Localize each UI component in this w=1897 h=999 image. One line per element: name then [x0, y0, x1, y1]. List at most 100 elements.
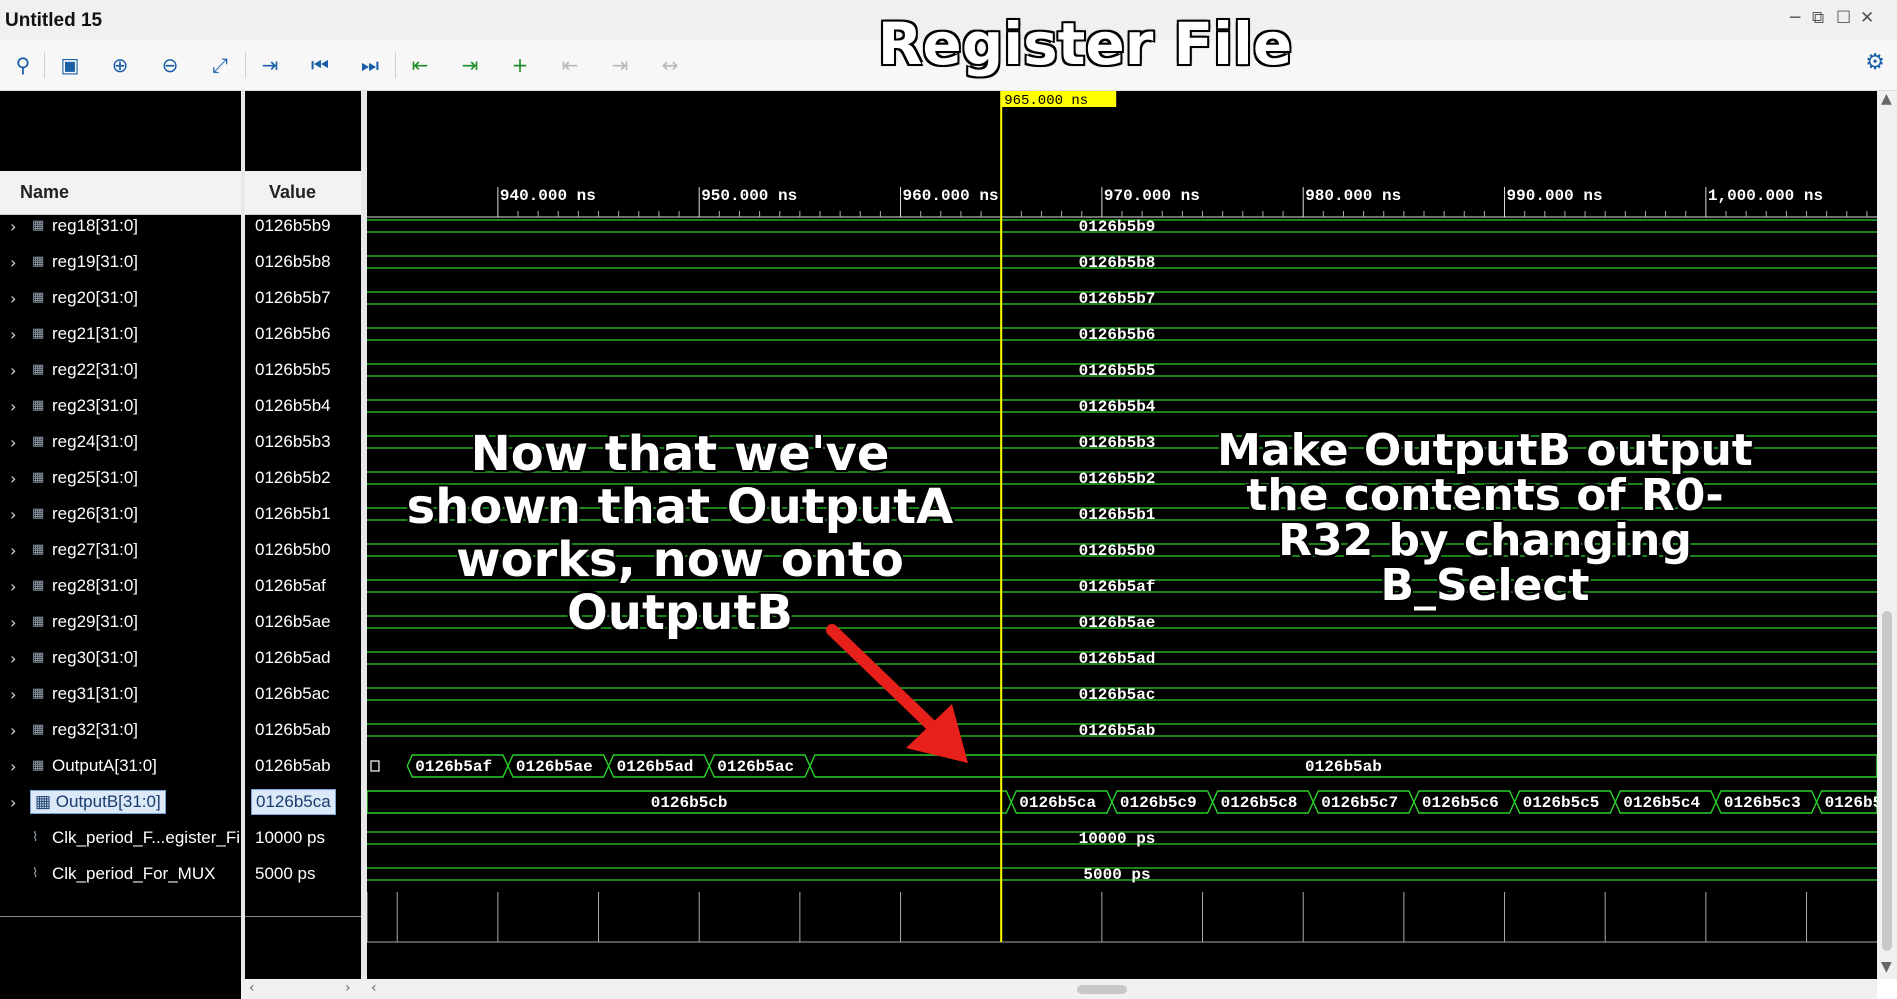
chevron-right-icon[interactable]: ›	[10, 721, 16, 740]
chevron-right-icon[interactable]: ›	[10, 577, 16, 596]
chevron-right-icon[interactable]: ›	[10, 253, 16, 272]
chevron-right-icon[interactable]: ›	[10, 505, 16, 524]
chevron-right-icon[interactable]: ›	[10, 757, 16, 776]
chevron-right-icon[interactable]: ›	[10, 433, 16, 452]
chevron-right-icon[interactable]: ›	[10, 325, 16, 344]
chevron-right-icon[interactable]: ›	[10, 361, 16, 380]
value-row[interactable]: 0126b5b7	[245, 280, 361, 316]
minimize-icon[interactable]: ─	[1790, 8, 1800, 28]
signal-row[interactable]: › ▦ reg28[31:0]	[0, 568, 241, 604]
go-to-cursor-icon[interactable]: ⇥	[255, 50, 285, 80]
save-icon[interactable]: ▣	[55, 50, 85, 80]
value-row[interactable]: 0126b5b9	[245, 208, 361, 244]
value-row[interactable]: 0126b5b4	[245, 388, 361, 424]
vertical-scrollbar[interactable]: ▲ ▼	[1877, 91, 1897, 979]
signal-value: 0126b5b3	[255, 432, 331, 451]
value-row[interactable]: 0126b5b1	[245, 496, 361, 532]
value-row[interactable]: 0126b5b5	[245, 352, 361, 388]
value-horizontal-scrollbar[interactable]: ‹ ›	[241, 979, 367, 999]
value-row[interactable]: 0126b5ca	[245, 784, 361, 820]
signal-row[interactable]: › ▦ reg18[31:0]	[0, 208, 241, 244]
chevron-right-icon[interactable]: ›	[10, 217, 16, 236]
signal-row[interactable]: › ▦ reg31[31:0]	[0, 676, 241, 712]
scroll-left-icon[interactable]: ‹	[249, 980, 255, 996]
chevron-right-icon[interactable]: ›	[10, 649, 16, 668]
go-to-start-icon[interactable]: ⏮	[305, 50, 335, 80]
signal-name-panel: Name › ▦ reg18[31:0] › ▦ reg19[31:0] › ▦ reg20[3…	[0, 91, 244, 999]
horizontal-scroll-thumb[interactable]	[1077, 985, 1127, 994]
chevron-right-icon[interactable]: ›	[10, 289, 16, 308]
chevron-right-icon[interactable]: ›	[10, 793, 16, 812]
signal-row[interactable]: › ▦ reg25[31:0]	[0, 460, 241, 496]
scroll-up-icon[interactable]: ▲	[1881, 91, 1892, 107]
bus-segment-label: 0126b5ab	[1305, 758, 1382, 776]
swap-cursors-icon[interactable]: ↔	[655, 50, 685, 80]
signal-row[interactable]: › ▦ reg24[31:0]	[0, 424, 241, 460]
signal-row[interactable]: › ▦ reg26[31:0]	[0, 496, 241, 532]
maximize-icon[interactable]: ☐	[1836, 8, 1851, 28]
signal-row[interactable]: ⌇ Clk_period_F...egister_Fil	[0, 820, 244, 856]
signal-row[interactable]: › ▦ reg22[31:0]	[0, 352, 241, 388]
signal-value: 0126b5ab	[255, 720, 331, 739]
previous-transition-icon[interactable]: ⇤	[405, 50, 435, 80]
signal-row[interactable]: › ▦ reg21[31:0]	[0, 316, 241, 352]
restore-icon[interactable]: ⧉	[1812, 8, 1824, 28]
scroll-down-icon[interactable]: ▼	[1881, 959, 1892, 975]
next-transition-icon[interactable]: ⇥	[455, 50, 485, 80]
add-marker-icon[interactable]: +	[505, 50, 535, 80]
signal-row[interactable]: › ▦ reg27[31:0]	[0, 532, 241, 568]
signal-name: reg20[31:0]	[52, 288, 139, 307]
signal-name: reg19[31:0]	[52, 252, 139, 271]
zoom-fit-icon[interactable]: ⤢	[205, 50, 235, 80]
signal-row[interactable]: › ▦ reg19[31:0]	[0, 244, 241, 280]
value-row[interactable]: 10000 ps	[245, 820, 361, 856]
previous-marker-icon[interactable]: ⇤	[555, 50, 585, 80]
chevron-right-icon[interactable]: ›	[10, 541, 16, 560]
value-row[interactable]: 0126b5ab	[245, 712, 361, 748]
vertical-scroll-thumb[interactable]	[1882, 611, 1892, 951]
value-row[interactable]: 0126b5af	[245, 568, 361, 604]
signal-value: 0126b5b0	[255, 540, 331, 559]
signal-row[interactable]: › ▦ reg32[31:0]	[0, 712, 241, 748]
value-row[interactable]: 0126b5b2	[245, 460, 361, 496]
signal-name: Clk_period_F...egister_Fil	[52, 828, 244, 847]
signal-row[interactable]: › ▦ OutputA[31:0]	[0, 748, 241, 784]
signal-row[interactable]: › ▦ reg29[31:0]	[0, 604, 241, 640]
value-row[interactable]: 0126b5ae	[245, 604, 361, 640]
signal-row[interactable]: › ▦ reg30[31:0]	[0, 640, 241, 676]
value-row[interactable]: 0126b5b3	[245, 424, 361, 460]
signal-row[interactable]: › ▦ reg20[31:0]	[0, 280, 241, 316]
signal-wave-label: 0126b5ac	[1079, 686, 1156, 704]
chevron-right-icon[interactable]: ›	[10, 469, 16, 488]
go-to-end-icon[interactable]: ⏭	[355, 50, 385, 80]
value-row[interactable]: 0126b5ad	[245, 640, 361, 676]
value-row[interactable]: 5000 ps	[245, 856, 361, 892]
chevron-right-icon[interactable]: ›	[10, 685, 16, 704]
signal-row[interactable]: › ▦ reg23[31:0]	[0, 388, 241, 424]
value-row[interactable]: 0126b5b0	[245, 532, 361, 568]
value-row[interactable]: 0126b5ab	[245, 748, 361, 784]
chevron-right-icon[interactable]: ›	[10, 397, 16, 416]
scroll-left-icon[interactable]: ‹	[371, 980, 377, 996]
value-row[interactable]: 0126b5b6	[245, 316, 361, 352]
gear-icon[interactable]: ⚙	[1865, 50, 1885, 75]
search-icon[interactable]: ⚲	[8, 50, 38, 80]
bus-signal-icon: ▦	[32, 290, 45, 305]
wave-horizontal-scrollbar[interactable]: ‹	[367, 979, 1877, 999]
signal-row[interactable]: ⌇ Clk_period_For_MUX	[0, 856, 241, 892]
chevron-right-icon[interactable]: ›	[10, 613, 16, 632]
value-row[interactable]: 0126b5ac	[245, 676, 361, 712]
scroll-right-icon[interactable]: ›	[345, 980, 351, 996]
signal-value: 0126b5ac	[255, 684, 330, 703]
next-marker-icon[interactable]: ⇥	[605, 50, 635, 80]
zoom-out-icon[interactable]: ⊖	[155, 50, 185, 80]
signal-value: 0126b5ca	[251, 789, 336, 815]
value-row[interactable]: 0126b5b8	[245, 244, 361, 280]
signal-row[interactable]: › ▦ OutputB[31:0]	[0, 784, 241, 820]
toolbar-separator	[44, 52, 45, 78]
timeline-tick-label: 960.000 ns	[903, 187, 999, 205]
timeline-tick-label: 1,000.000 ns	[1708, 187, 1823, 205]
zoom-in-icon[interactable]: ⊕	[105, 50, 135, 80]
signal-name: reg22[31:0]	[52, 360, 139, 379]
close-icon[interactable]: ✕	[1860, 8, 1874, 28]
